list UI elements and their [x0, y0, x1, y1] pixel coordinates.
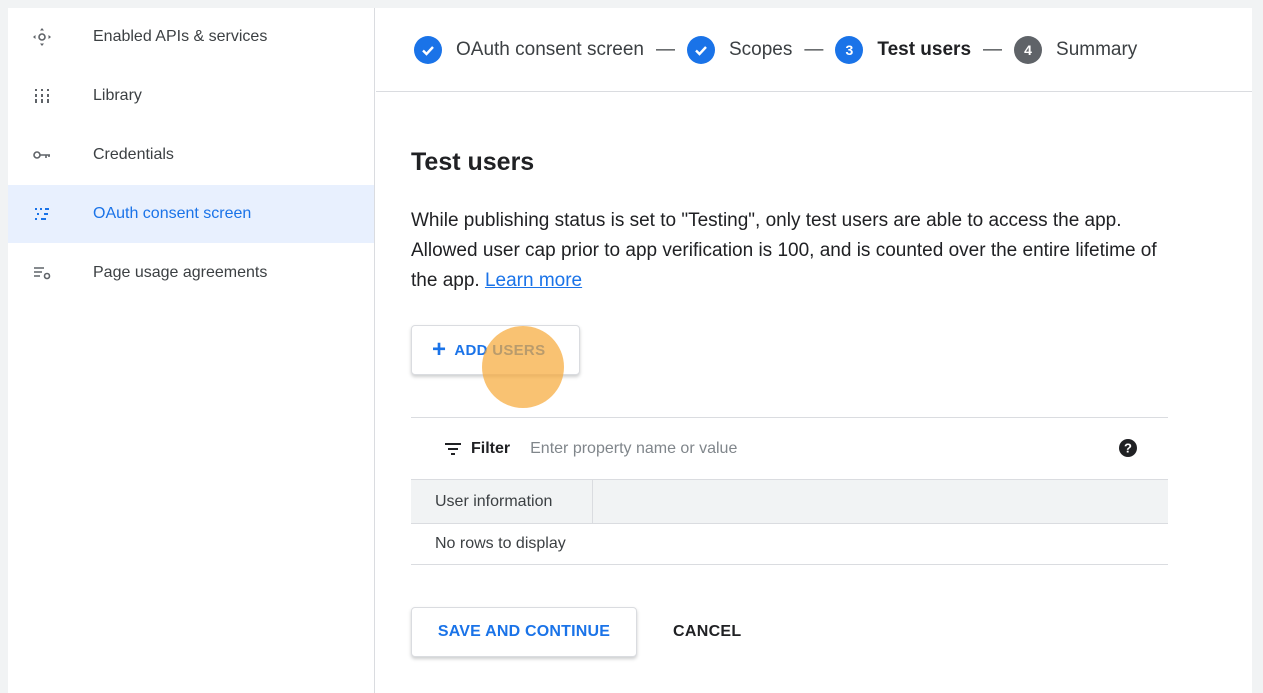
- api-hub-icon: [32, 27, 52, 47]
- sidebar-item-label: Library: [93, 87, 142, 104]
- consent-dots-icon: [32, 204, 52, 224]
- step-separator: —: [804, 38, 824, 60]
- sidebar-item-oauth-consent[interactable]: OAuth consent screen: [8, 185, 374, 243]
- test-users-table: Filter ? User information No rows to dis…: [411, 417, 1168, 565]
- sidebar-item-page-usage[interactable]: Page usage agreements: [8, 244, 374, 302]
- check-circle-icon: [414, 35, 442, 64]
- filter-label: Filter: [471, 439, 511, 457]
- library-grid-icon: [32, 86, 52, 106]
- description: While publishing status is set to "Testi…: [411, 206, 1171, 296]
- sidebar-item-enabled-apis[interactable]: Enabled APIs & services: [8, 8, 374, 66]
- sidebar-item-library[interactable]: Library: [8, 67, 374, 125]
- filter-input[interactable]: [530, 439, 1011, 458]
- stepper: OAuth consent screen — Scopes — 3 Test u…: [376, 8, 1252, 92]
- step-label: Summary: [1056, 38, 1138, 60]
- filter-icon: [445, 442, 461, 455]
- svg-text:?: ?: [1124, 441, 1132, 456]
- step-oauth-consent[interactable]: OAuth consent screen: [414, 35, 644, 64]
- add-users-label: ADD USERS: [454, 341, 546, 359]
- learn-more-link[interactable]: Learn more: [485, 270, 582, 291]
- sidebar-item-credentials[interactable]: Credentials: [8, 126, 374, 184]
- empty-state-row: No rows to display: [411, 524, 1168, 565]
- sidebar: Enabled APIs & services Library Credenti…: [8, 8, 375, 693]
- filter-bar: Filter ?: [411, 418, 1168, 479]
- plus-icon: +: [432, 336, 447, 363]
- step-label: Test users: [877, 38, 972, 60]
- step-label: OAuth consent screen: [456, 38, 644, 60]
- key-icon: [32, 145, 52, 165]
- step-test-users[interactable]: 3 Test users: [835, 35, 972, 64]
- step-number-badge: 4: [1014, 35, 1043, 64]
- step-summary[interactable]: 4 Summary: [1014, 35, 1138, 64]
- step-separator: —: [983, 38, 1003, 60]
- sidebar-item-label: Credentials: [93, 146, 174, 163]
- step-scopes[interactable]: Scopes: [687, 35, 793, 64]
- cancel-button[interactable]: CANCEL: [661, 607, 753, 657]
- page-title: Test users: [411, 148, 535, 176]
- sidebar-item-label: Page usage agreements: [93, 264, 268, 281]
- step-number-badge: 3: [835, 35, 864, 64]
- add-users-button[interactable]: + ADD USERS: [411, 325, 580, 375]
- save-and-continue-button[interactable]: SAVE AND CONTINUE: [411, 607, 637, 657]
- sidebar-item-label: OAuth consent screen: [93, 205, 252, 222]
- help-icon[interactable]: ?: [1118, 438, 1138, 458]
- settings-list-icon: [32, 263, 52, 283]
- step-label: Scopes: [729, 38, 793, 60]
- check-circle-icon: [687, 35, 715, 64]
- sidebar-item-label: Enabled APIs & services: [93, 28, 268, 45]
- column-header-user-information[interactable]: User information: [411, 480, 593, 523]
- table-header-row: User information: [411, 479, 1168, 524]
- step-separator: —: [656, 38, 675, 60]
- app-frame: Enabled APIs & services Library Credenti…: [8, 8, 1252, 693]
